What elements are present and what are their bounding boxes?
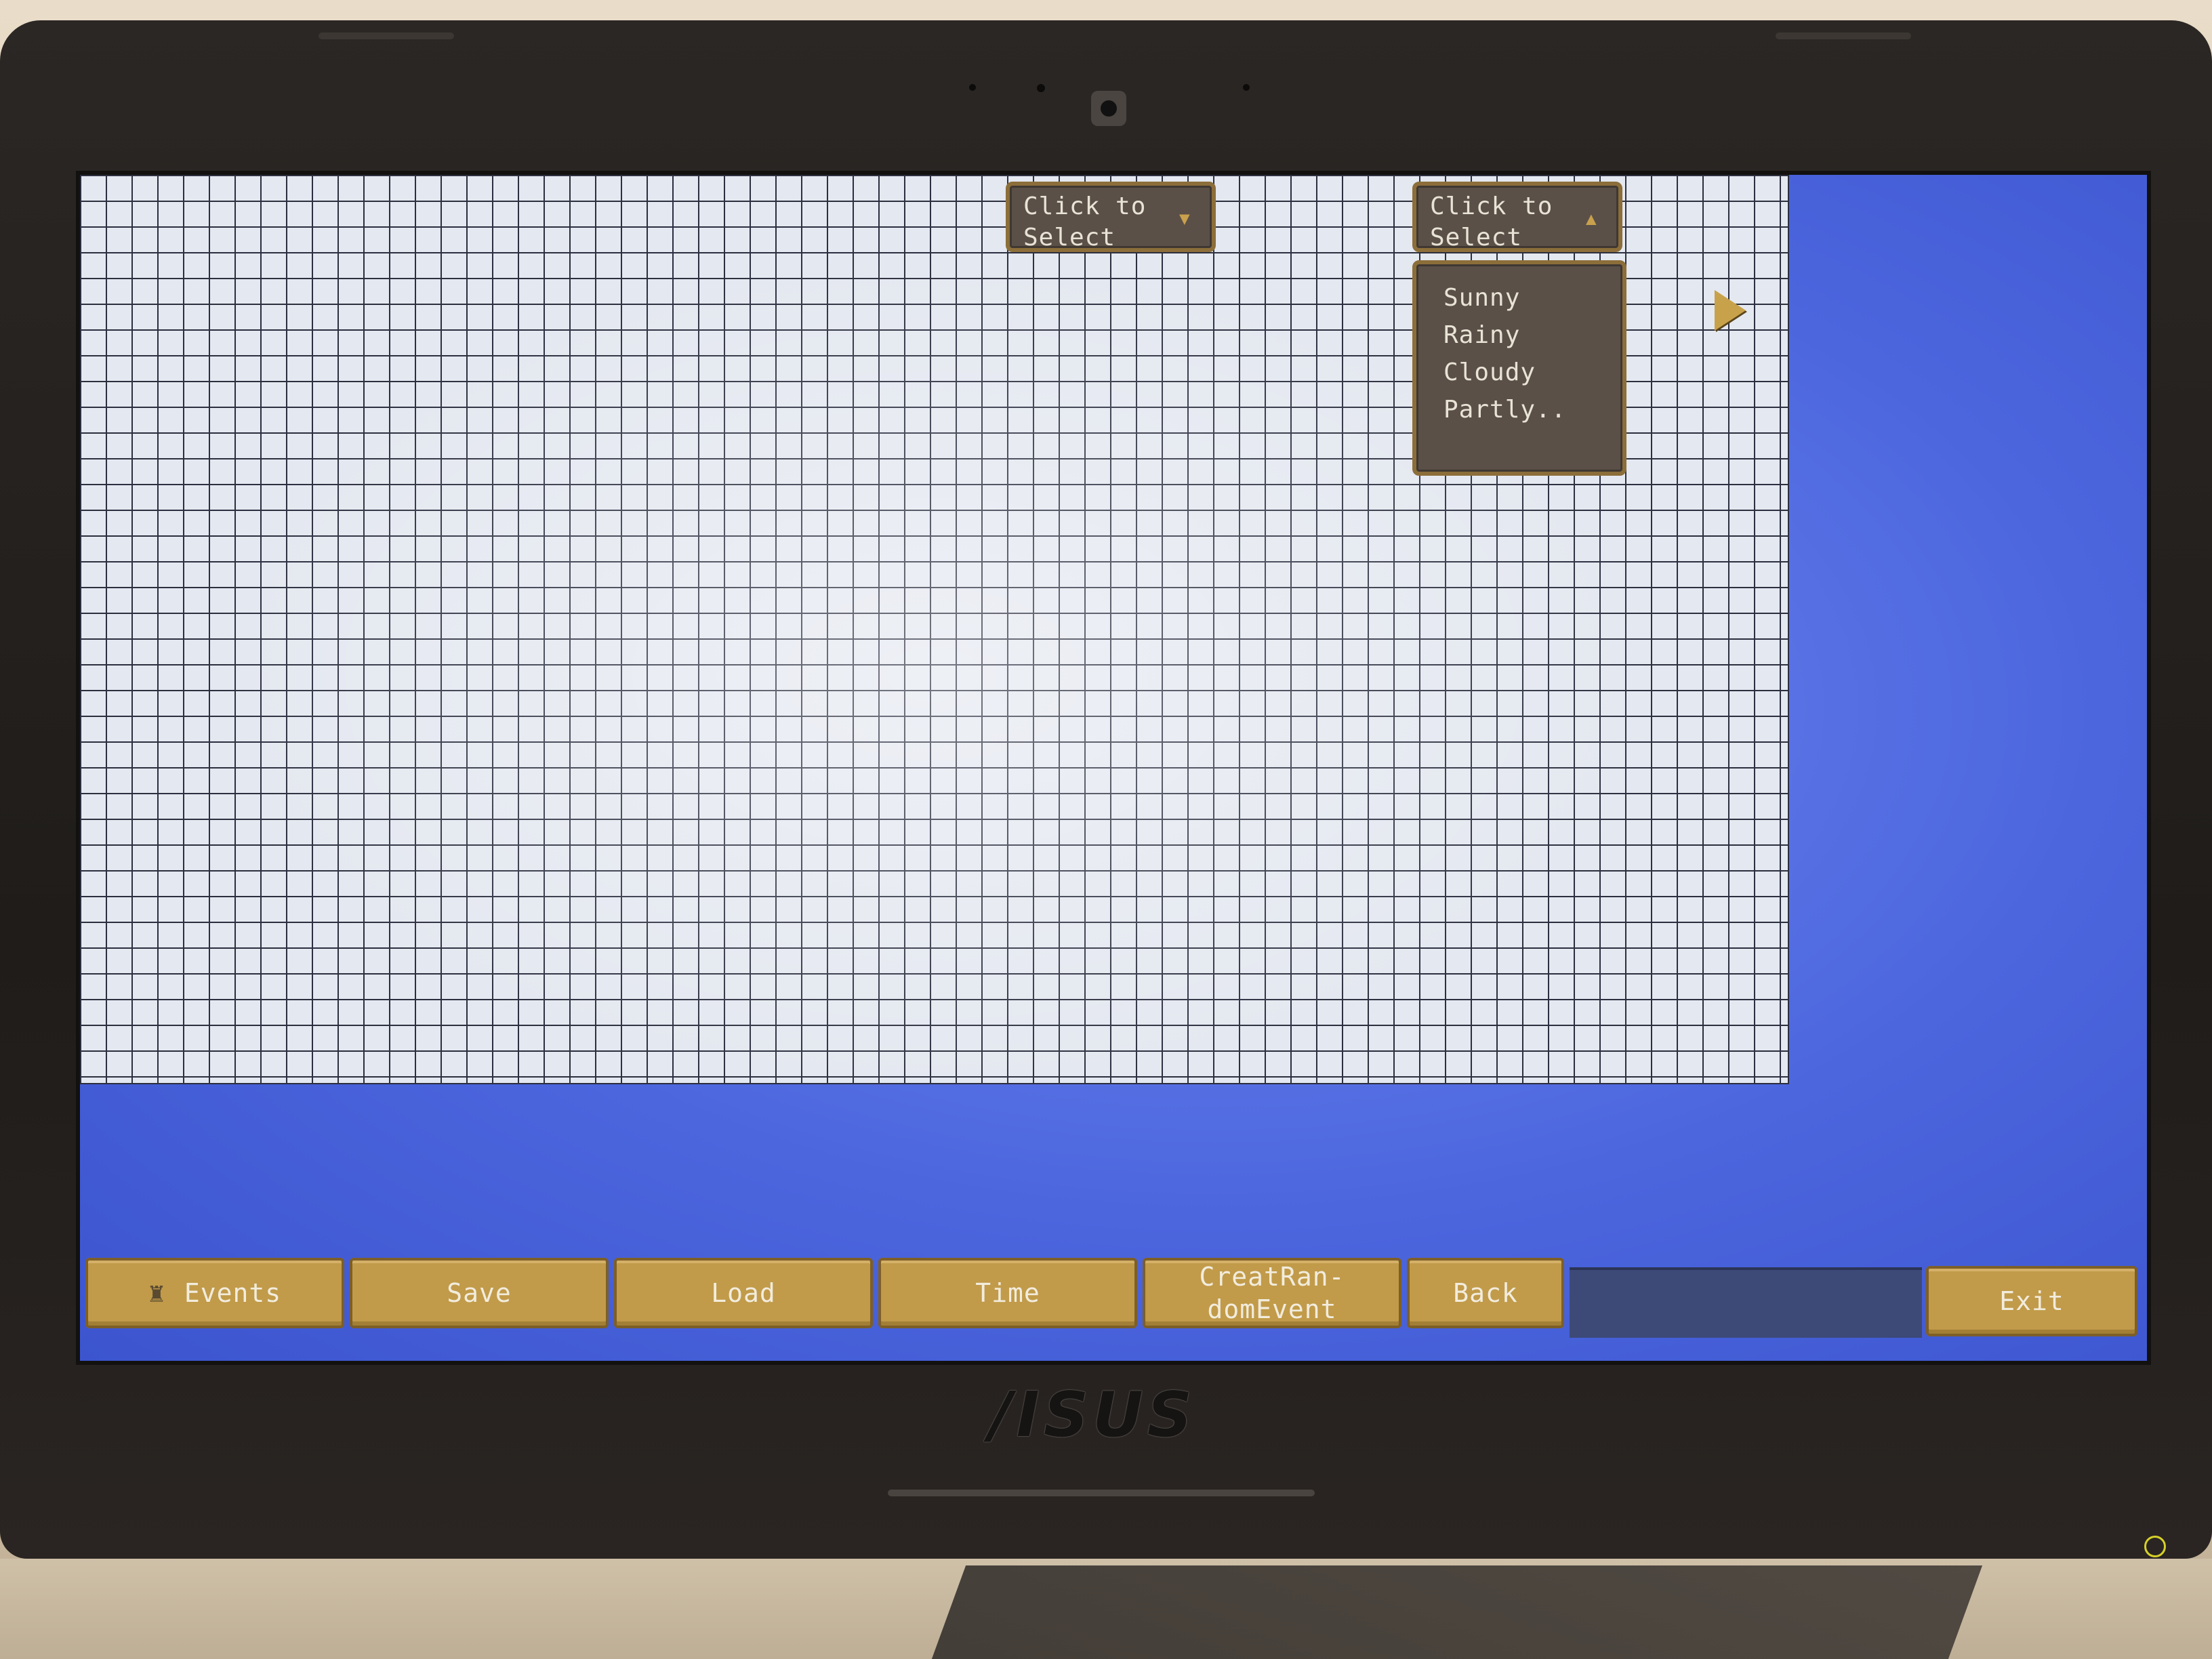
scroll-icon: ♜ — [148, 1277, 165, 1309]
option-cloudy[interactable]: Cloudy — [1443, 354, 1622, 391]
save-button-label: Save — [447, 1278, 512, 1308]
taskbar-empty-slot — [1570, 1267, 1922, 1338]
option-partly[interactable]: Partly.. — [1443, 391, 1622, 428]
create-random-event-label: CreatRan- domEvent — [1199, 1262, 1345, 1324]
events-button-label: Events — [184, 1278, 282, 1308]
create-random-event-button[interactable]: CreatRan- domEvent — [1143, 1258, 1401, 1328]
triangle-up-icon: ▲ — [1586, 209, 1597, 229]
option-rainy[interactable]: Rainy — [1443, 316, 1622, 354]
load-button[interactable]: Load — [614, 1258, 873, 1328]
keyboard-deck — [931, 1565, 1983, 1659]
sensor-dot — [1243, 84, 1250, 91]
weather-select-dropdown-left[interactable]: Click to Select ▼ — [1006, 182, 1216, 252]
screen: Click to Select ▼ Click to Select ▲ Sunn… — [76, 171, 2151, 1365]
load-button-label: Load — [711, 1278, 776, 1308]
exit-button-label: Exit — [1999, 1286, 2064, 1316]
time-button[interactable]: Time — [878, 1258, 1137, 1328]
back-button-label: Back — [1453, 1278, 1518, 1308]
events-button[interactable]: ♜ Events — [85, 1258, 344, 1328]
dropdown-label: Click to Select — [1430, 192, 1553, 251]
sensor-dot — [1037, 84, 1045, 92]
back-button[interactable]: Back — [1407, 1258, 1564, 1328]
sensor-dot — [969, 84, 976, 91]
webcam — [1091, 91, 1126, 126]
bezel-slot-right — [1776, 33, 1911, 39]
save-button[interactable]: Save — [350, 1258, 609, 1328]
time-button-label: Time — [975, 1278, 1040, 1308]
weather-options-list: Sunny Rainy Cloudy Partly.. — [1412, 260, 1626, 476]
weather-select-dropdown-right[interactable]: Click to Select ▲ — [1412, 182, 1622, 252]
brand-logo: /ISUS — [989, 1378, 1197, 1451]
option-sunny[interactable]: Sunny — [1443, 279, 1622, 316]
taskbar: ♜ Events Save Load Time CreatRan- domEve… — [80, 1258, 2147, 1353]
exit-button[interactable]: Exit — [1926, 1266, 2137, 1336]
mouse-cursor-icon — [1715, 290, 1746, 331]
triangle-down-icon: ▼ — [1179, 209, 1190, 229]
laptop-bezel: Click to Select ▼ Click to Select ▲ Sunn… — [0, 20, 2212, 1559]
dropdown-label: Click to Select — [1023, 192, 1147, 251]
bezel-bottom-slot — [888, 1490, 1315, 1496]
bezel-slot-left — [319, 33, 454, 39]
power-led-icon — [2144, 1536, 2166, 1557]
